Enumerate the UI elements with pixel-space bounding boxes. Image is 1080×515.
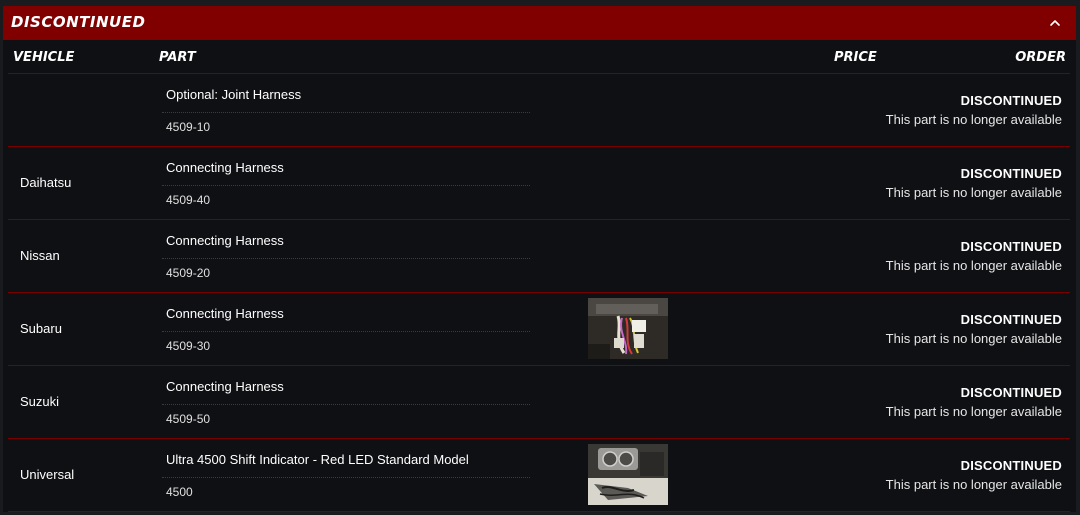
order-cell: DISCONTINUED This part is no longer avai… [886,93,1062,127]
table-row: Suzuki Connecting Harness 4509-50 DISCON… [8,366,1070,439]
column-header-vehicle: VEHICLE [13,50,75,65]
part-name: Connecting Harness [166,160,284,175]
table-row: Daihatsu Connecting Harness 4509-40 DISC… [8,147,1070,220]
discontinued-panel: DISCONTINUED VEHICLE PART PRICE ORDER Op… [3,6,1076,512]
order-cell: DISCONTINUED This part is no longer avai… [886,385,1062,419]
section-title: DISCONTINUED [11,13,146,31]
vehicle-cell: Daihatsu [20,175,72,190]
part-name: Connecting Harness [166,306,284,321]
order-note: This part is no longer available [885,477,1062,492]
table-row: Optional: Joint Harness 4509-10 DISCONTI… [8,74,1070,147]
table-row: Universal Ultra 4500 Shift Indicator - R… [8,439,1070,512]
order-cell: DISCONTINUED This part is no longer avai… [886,239,1062,273]
vehicle-cell: Universal [20,467,75,482]
table-row: Subaru Connecting Harness 4509-30 DISCON… [8,293,1070,366]
order-status: DISCONTINUED [960,93,1062,108]
column-header-part: PART [159,50,196,65]
part-divider [162,185,530,186]
column-header-order: ORDER [1015,50,1066,65]
shift-indicator-photo-icon [588,444,668,505]
section-header[interactable]: DISCONTINUED [3,6,1076,40]
part-number: 4500 [166,485,193,499]
order-note: This part is no longer available [885,331,1062,346]
vehicle-cell: Nissan [20,248,60,263]
order-status: DISCONTINUED [960,312,1062,327]
order-status: DISCONTINUED [960,239,1062,254]
order-cell: DISCONTINUED This part is no longer avai… [886,312,1062,346]
part-divider [162,477,530,478]
column-header-price: PRICE [834,50,877,65]
part-number: 4509-50 [166,412,211,426]
table-row: Nissan Connecting Harness 4509-20 DISCON… [8,220,1070,293]
part-name: Connecting Harness [166,379,284,394]
part-number: 4509-30 [166,339,211,353]
part-number: 4509-20 [166,266,211,280]
vehicle-cell: Suzuki [20,394,60,409]
order-status: DISCONTINUED [960,385,1062,400]
harness-photo-icon [588,298,668,359]
order-note: This part is no longer available [885,404,1062,419]
order-note: This part is no longer available [885,258,1062,273]
part-divider [162,404,530,405]
part-name: Ultra 4500 Shift Indicator - Red LED Sta… [166,452,469,467]
order-note: This part is no longer available [885,185,1062,200]
order-status: DISCONTINUED [960,166,1062,181]
part-number: 4509-10 [166,120,211,134]
part-thumbnail-shift-indicator[interactable] [588,444,668,505]
order-cell: DISCONTINUED This part is no longer avai… [886,166,1062,200]
part-number: 4509-40 [166,193,211,207]
parts-table: Optional: Joint Harness 4509-10 DISCONTI… [8,74,1070,512]
part-name: Connecting Harness [166,233,284,248]
order-status: DISCONTINUED [960,458,1062,473]
part-divider [162,331,530,332]
order-cell: DISCONTINUED This part is no longer avai… [886,458,1062,492]
part-name: Optional: Joint Harness [166,87,302,102]
vehicle-cell: Subaru [20,321,62,336]
chevron-up-icon[interactable] [1046,14,1064,32]
part-thumbnail-harness[interactable] [588,298,668,359]
part-divider [162,258,530,259]
part-divider [162,112,530,113]
order-note: This part is no longer available [885,112,1062,127]
